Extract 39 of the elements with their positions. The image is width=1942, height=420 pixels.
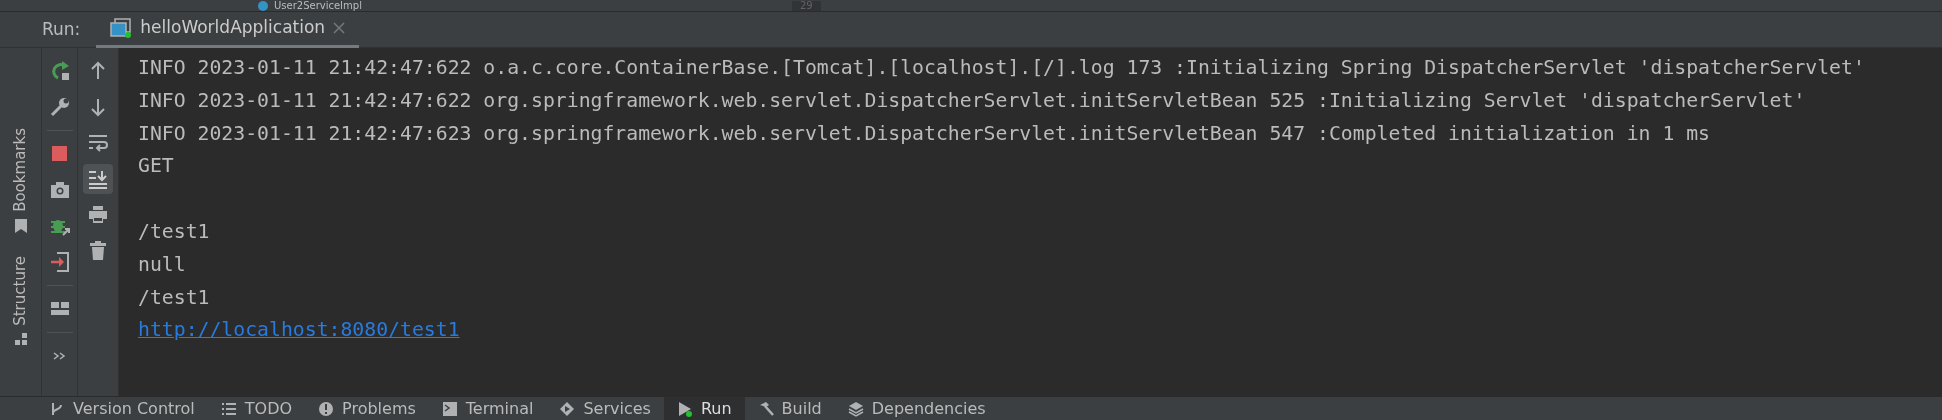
bookmark-icon [13,217,28,234]
trash-icon [87,240,109,262]
tool-window-tab[interactable]: TODO [207,397,306,420]
class-icon [258,0,268,11]
tool-window-tab[interactable]: Run [663,397,745,420]
list-icon [220,400,237,417]
side-tab[interactable]: Structure [9,255,32,346]
console-line: INFO 2023-01-11 21:42:47:622 o.a.c.core.ContainerBase.[Tomcat].[localhost].[/].log 173 :Initializing Spring DispatcherServlet 'dispatcherServlet' [138,56,1865,79]
wrench-icon [48,96,71,118]
tool-window-tab[interactable]: Problems [305,397,429,420]
file-name: User2ServiceImpl [274,0,362,11]
scroll-to-end-button[interactable] [83,164,113,194]
exit-icon [48,251,71,273]
tool-window-tab[interactable]: Version Control [36,397,208,420]
console-line: /test1 [138,220,210,243]
console-line: /test1 [138,285,210,309]
scroll-to-end-icon [87,168,109,190]
alert-icon [318,400,335,417]
printer-icon [87,204,109,226]
terminal-icon [441,400,458,417]
soft-wrap-icon [87,132,109,154]
tool-window-tab[interactable]: Services [546,397,664,420]
console-line: GET [138,154,174,178]
camera-icon [48,179,71,201]
structure-icon [13,331,28,346]
play-icon [676,400,693,417]
layers-icon [847,400,864,417]
console-line: null [138,252,186,276]
tool-window-tab[interactable]: Terminal [428,397,547,420]
panel-label: Run: [42,17,81,41]
tool-window-tab[interactable]: Build [744,397,835,420]
close-icon [333,22,346,34]
branch-icon [49,400,65,417]
tool-window-tab[interactable]: Dependencies [834,397,999,420]
console-line: INFO 2023-01-11 21:42:47:622 org.springframework.web.servlet.DispatcherServlet.initServletBean 525 :Initializing Servlet 'dispatcherServlet' [138,88,1806,112]
console-link[interactable]: http://localhost:8080/test1 [138,318,460,342]
side-tab[interactable]: Bookmarks [9,128,32,234]
console-line: INFO 2023-01-11 21:42:47:623 org.springframework.web.servlet.DispatcherServlet.initServletBean 547 :Completed initialization in 1 ms [138,121,1711,145]
play-diamond-icon [559,400,576,417]
